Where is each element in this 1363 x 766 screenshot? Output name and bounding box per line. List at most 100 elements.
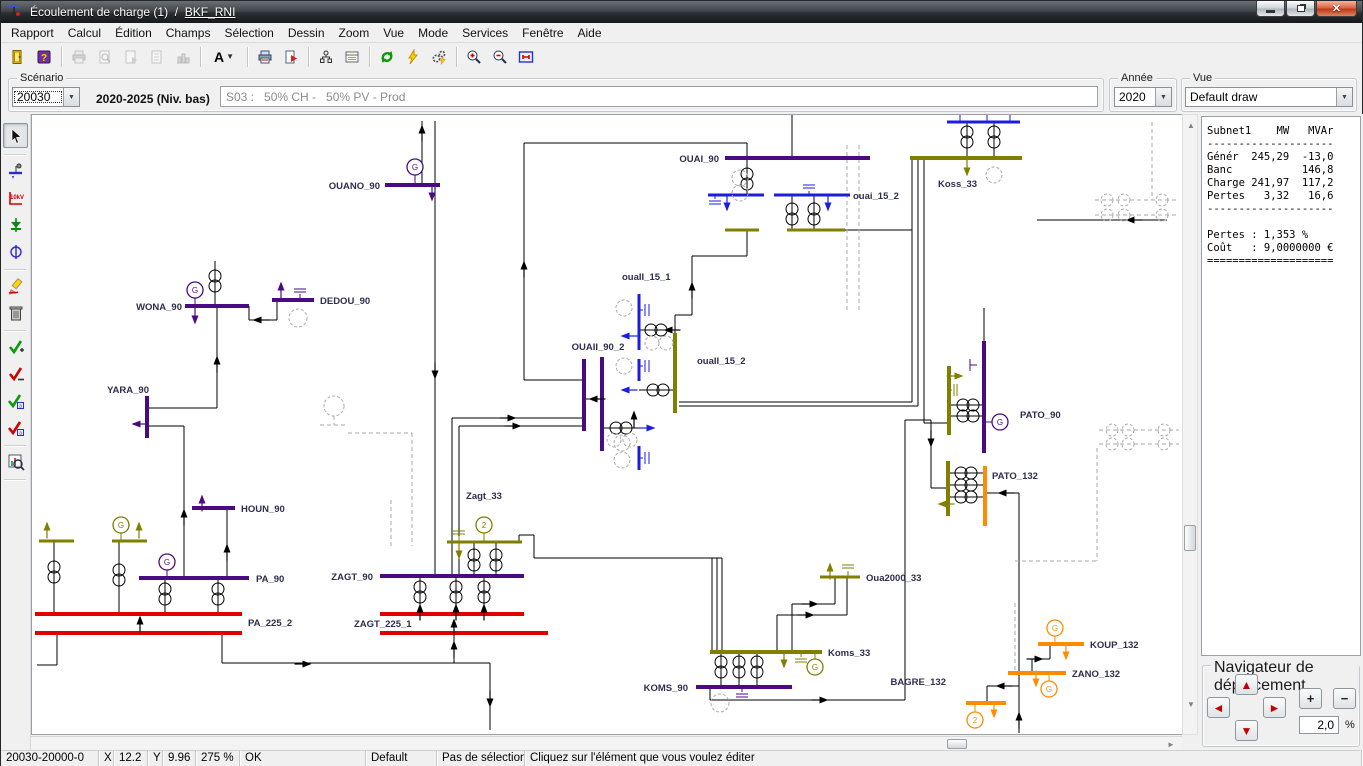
pan-up-button[interactable]: ▲ xyxy=(1235,674,1258,695)
view-combobox[interactable]: Default draw ▼ xyxy=(1185,87,1353,107)
scroll-down-icon[interactable]: ▼ xyxy=(1187,700,1195,709)
out-of-service-machine[interactable] xyxy=(732,185,748,201)
run-loadflow-button[interactable] xyxy=(400,45,426,69)
flow-arrow[interactable] xyxy=(991,710,998,719)
export-page-button[interactable] xyxy=(118,45,144,69)
menu-item[interactable]: Sélection xyxy=(217,24,280,42)
vertical-scroll-thumb[interactable] xyxy=(1184,525,1196,551)
menu-item[interactable]: Aide xyxy=(571,24,609,42)
canvas-horizontal-scrollbar[interactable]: ► xyxy=(31,736,1182,751)
out-of-service-machine[interactable] xyxy=(324,396,344,416)
flow-arrow[interactable] xyxy=(224,544,231,553)
out-of-service-machine[interactable] xyxy=(614,435,630,451)
zoom-step-in-button[interactable]: + xyxy=(1299,688,1322,709)
menu-item[interactable]: Calcul xyxy=(61,24,108,42)
flow-arrow[interactable] xyxy=(1016,712,1023,721)
flow-arrow[interactable] xyxy=(456,551,463,560)
batch-compute-button[interactable] xyxy=(426,45,452,69)
flow-arrow[interactable] xyxy=(303,661,312,668)
flow-arrow[interactable] xyxy=(432,371,439,380)
flow-arrow[interactable] xyxy=(806,612,815,619)
scenario-combobox[interactable]: 20030 ▼ xyxy=(12,87,80,107)
flow-arrow[interactable] xyxy=(621,387,630,394)
flow-arrow[interactable] xyxy=(647,425,656,432)
menu-item[interactable]: Dessin xyxy=(281,24,332,42)
out-of-service-machine[interactable] xyxy=(607,433,621,447)
flow-arrow[interactable] xyxy=(508,415,517,422)
flow-arrow[interactable] xyxy=(689,282,696,291)
restore-button[interactable] xyxy=(1286,1,1315,17)
flow-arrow[interactable] xyxy=(521,261,528,270)
machine-tool[interactable] xyxy=(3,239,28,264)
out-of-service-machine[interactable] xyxy=(289,309,307,327)
form-button[interactable] xyxy=(339,45,365,69)
flow-arrow[interactable] xyxy=(810,601,819,608)
pan-down-button[interactable]: ▼ xyxy=(1235,720,1258,741)
label-10kv-tool[interactable]: 10kV xyxy=(3,185,28,210)
flow-arrow[interactable] xyxy=(513,423,522,430)
flow-arrow[interactable] xyxy=(996,683,1005,690)
invalidate-tool[interactable] xyxy=(3,361,28,386)
pan-right-button[interactable]: ► xyxy=(1263,697,1286,718)
flow-arrow[interactable] xyxy=(481,604,488,613)
menu-item[interactable]: Champs xyxy=(159,24,218,42)
flow-arrow[interactable] xyxy=(928,439,935,448)
flow-arrow[interactable] xyxy=(451,641,458,650)
print-button[interactable] xyxy=(66,45,92,69)
flow-arrow[interactable] xyxy=(827,563,834,572)
help-button[interactable]: ? xyxy=(31,45,57,69)
menu-item[interactable]: Rapport xyxy=(4,24,61,42)
eraser-tool[interactable] xyxy=(3,273,28,298)
scenario-description-input[interactable] xyxy=(220,86,1098,107)
flow-arrow[interactable] xyxy=(724,203,731,212)
flow-arrow[interactable] xyxy=(825,203,832,212)
flow-arrow[interactable] xyxy=(781,660,788,669)
flow-arrow[interactable] xyxy=(253,317,262,324)
scenario-dropdown-icon[interactable]: ▼ xyxy=(63,88,79,106)
flow-arrow[interactable] xyxy=(181,509,188,518)
year-combobox[interactable]: 2020 ▼ xyxy=(1114,87,1172,107)
out-of-service-machine[interactable] xyxy=(711,694,729,712)
flow-arrow[interactable] xyxy=(132,421,141,428)
flow-arrow[interactable] xyxy=(278,282,285,291)
flow-arrow[interactable] xyxy=(199,495,206,504)
year-dropdown-icon[interactable]: ▼ xyxy=(1155,88,1171,106)
delete-tool[interactable] xyxy=(3,300,28,325)
validate-box-tool[interactable]: a xyxy=(3,388,28,413)
histogram-button[interactable] xyxy=(170,45,196,69)
zoom-fit-button[interactable] xyxy=(513,45,539,69)
flow-arrow[interactable] xyxy=(214,356,221,365)
horizontal-scroll-thumb[interactable] xyxy=(947,739,967,749)
flow-arrow[interactable] xyxy=(998,490,1007,497)
print-preview-button[interactable] xyxy=(92,45,118,69)
zoom-in-button[interactable] xyxy=(461,45,487,69)
out-of-service-machine[interactable] xyxy=(645,336,659,350)
flow-arrow[interactable] xyxy=(137,616,144,625)
exit-button[interactable] xyxy=(5,45,31,69)
diode-tool[interactable] xyxy=(3,212,28,237)
out-of-service-machine[interactable] xyxy=(659,336,673,350)
invalidate-box-tool[interactable]: a xyxy=(3,415,28,440)
flow-arrow[interactable] xyxy=(1063,652,1070,661)
bus-tool[interactable] xyxy=(3,158,28,183)
flow-arrow[interactable] xyxy=(192,316,199,325)
select-cursor-tool[interactable] xyxy=(3,123,28,148)
minimize-button[interactable] xyxy=(1256,1,1285,17)
flow-arrow[interactable] xyxy=(136,522,143,531)
flow-arrow[interactable] xyxy=(621,333,630,340)
refresh-button[interactable] xyxy=(374,45,400,69)
out-of-service-machine[interactable] xyxy=(616,300,632,316)
canvas-vertical-scrollbar[interactable]: ▲ ▼ xyxy=(1182,114,1198,735)
validate-add-tool[interactable] xyxy=(3,334,28,359)
out-of-service-machine[interactable] xyxy=(614,452,630,468)
zoom-out-button[interactable] xyxy=(487,45,513,69)
flow-arrow[interactable] xyxy=(820,697,829,704)
flow-arrow[interactable] xyxy=(429,193,436,202)
flow-arrow[interactable] xyxy=(44,522,51,531)
scroll-right-icon[interactable]: ► xyxy=(1167,740,1175,749)
menu-item[interactable]: Édition xyxy=(108,24,159,42)
menu-item[interactable]: Fenêtre xyxy=(515,24,570,42)
print-report-button[interactable] xyxy=(252,45,278,69)
flow-arrow[interactable] xyxy=(1035,656,1044,663)
scroll-up-icon[interactable]: ▲ xyxy=(1187,121,1195,130)
